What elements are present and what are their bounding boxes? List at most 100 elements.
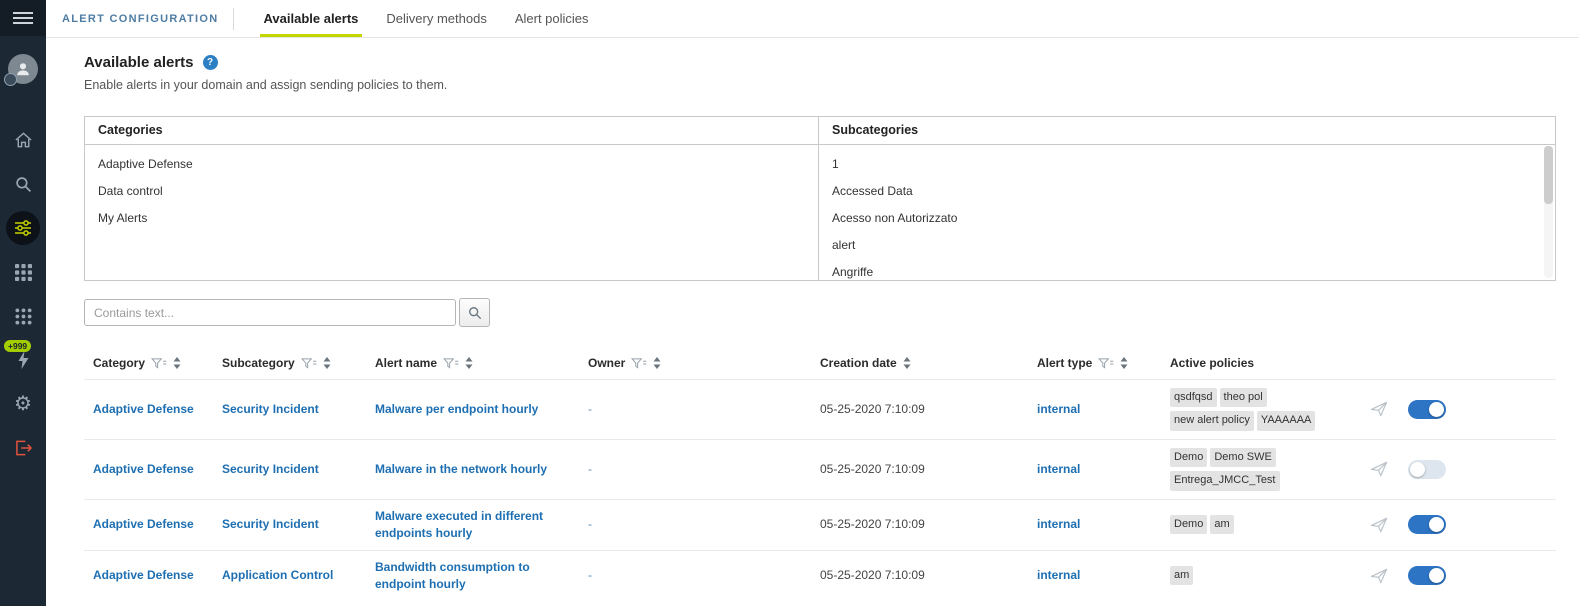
active-policies-cell: Demo Demo SWE Entrega_JMCC_Test bbox=[1161, 440, 1359, 499]
send-cell bbox=[1359, 461, 1399, 477]
policy-tag: new alert policy bbox=[1170, 411, 1254, 431]
alert-type-link[interactable]: internal bbox=[1028, 461, 1161, 478]
sort-icon[interactable] bbox=[1120, 357, 1128, 369]
main-area: ALERT CONFIGURATION Available alerts Deli… bbox=[46, 0, 1579, 606]
column-label: Subcategory bbox=[222, 356, 295, 370]
subcategory-link[interactable]: Security Incident bbox=[213, 461, 366, 478]
active-item-highlight bbox=[6, 211, 40, 245]
sort-icon[interactable] bbox=[903, 357, 911, 369]
search-button[interactable] bbox=[459, 298, 490, 327]
sidebar: +999 ⚙ bbox=[0, 0, 46, 606]
sliders-icon bbox=[15, 220, 31, 236]
enable-toggle[interactable] bbox=[1408, 566, 1446, 586]
app-window: +999 ⚙ ALERT CONFIGURATION Available ale… bbox=[0, 0, 1579, 606]
avatar[interactable] bbox=[4, 54, 38, 86]
hamburger-menu-button[interactable] bbox=[0, 0, 46, 36]
send-test-icon[interactable] bbox=[1370, 401, 1388, 417]
alert-type-link[interactable]: internal bbox=[1028, 516, 1161, 533]
alert-name-link[interactable]: Bandwidth consumption to endpoint hourly bbox=[366, 559, 579, 593]
logout-icon bbox=[15, 440, 32, 456]
sort-icon[interactable] bbox=[173, 357, 181, 369]
search-input[interactable] bbox=[84, 299, 456, 326]
category-item[interactable]: Adaptive Defense bbox=[85, 151, 818, 178]
toggle-cell bbox=[1399, 566, 1556, 586]
table-header-row: Category Subcategory Alert name Owner Creati… bbox=[84, 347, 1556, 379]
send-test-icon[interactable] bbox=[1370, 461, 1388, 477]
enable-toggle[interactable] bbox=[1408, 459, 1446, 479]
owner-cell: - bbox=[588, 568, 592, 583]
category-link[interactable]: Adaptive Defense bbox=[84, 567, 213, 584]
subcategory-link[interactable]: Application Control bbox=[213, 567, 366, 584]
sidebar-item-home[interactable] bbox=[0, 118, 46, 162]
filter-icon[interactable] bbox=[300, 357, 317, 369]
column-header-alert-name: Alert name bbox=[366, 356, 579, 370]
category-link[interactable]: Adaptive Defense bbox=[84, 461, 213, 478]
filter-icon[interactable] bbox=[631, 357, 647, 369]
active-policies-cell: Demo am bbox=[1161, 507, 1359, 542]
sidebar-item-alert-configuration[interactable] bbox=[0, 206, 46, 250]
enable-toggle[interactable] bbox=[1408, 515, 1446, 535]
subcategory-item[interactable]: alert bbox=[819, 232, 1555, 259]
send-cell bbox=[1359, 568, 1399, 584]
policy-tag: qsdfqsd bbox=[1170, 388, 1217, 408]
sidebar-item-search[interactable] bbox=[0, 162, 46, 206]
category-link[interactable]: Adaptive Defense bbox=[84, 401, 213, 418]
filter-icon[interactable] bbox=[1098, 357, 1114, 369]
subcategory-item[interactable]: Angriffe bbox=[819, 259, 1555, 280]
category-link[interactable]: Adaptive Defense bbox=[84, 516, 213, 533]
owner-cell: - bbox=[588, 517, 592, 532]
send-test-icon[interactable] bbox=[1370, 517, 1388, 533]
subcategories-list: 1 Accessed Data Acesso non Autorizzato aler… bbox=[819, 145, 1555, 280]
filter-icon[interactable] bbox=[443, 357, 459, 369]
logout-button[interactable] bbox=[0, 426, 46, 470]
owner-cell: - bbox=[588, 461, 592, 476]
sort-icon[interactable] bbox=[465, 357, 473, 369]
sidebar-item-settings[interactable]: ⚙ bbox=[0, 382, 46, 426]
send-test-icon[interactable] bbox=[1370, 568, 1388, 584]
subcategory-item[interactable]: 1 bbox=[819, 151, 1555, 178]
tab-available-alerts[interactable]: Available alerts bbox=[250, 0, 373, 37]
policy-tag: Demo bbox=[1170, 447, 1208, 468]
subcategories-scrollbar[interactable] bbox=[1544, 146, 1553, 278]
enable-toggle[interactable] bbox=[1408, 399, 1446, 419]
category-subcategory-panel: Categories Adaptive Defense Data control M… bbox=[84, 116, 1556, 281]
tab-alert-policies[interactable]: Alert policies bbox=[501, 0, 603, 37]
subcategory-item[interactable]: Accessed Data bbox=[819, 178, 1555, 205]
modules-grid-icon bbox=[14, 307, 32, 325]
filter-icon[interactable] bbox=[151, 357, 167, 369]
category-item[interactable]: Data control bbox=[85, 178, 818, 205]
table-body: Adaptive Defense Security Incident Malware… bbox=[84, 379, 1556, 601]
policy-tag: theo pol bbox=[1219, 388, 1267, 408]
subcategory-link[interactable]: Security Incident bbox=[213, 401, 366, 418]
categories-panel: Categories Adaptive Defense Data control M… bbox=[85, 117, 819, 280]
tab-delivery-methods[interactable]: Delivery methods bbox=[372, 0, 500, 37]
sidebar-item-notifications[interactable]: +999 bbox=[0, 338, 46, 382]
column-header-alert-type: Alert type bbox=[1028, 356, 1161, 370]
page-subtitle: Enable alerts in your domain and assign … bbox=[84, 78, 448, 92]
lightning-icon bbox=[18, 351, 28, 369]
sidebar-item-status[interactable] bbox=[0, 250, 46, 294]
scrollbar-thumb[interactable] bbox=[1544, 146, 1553, 204]
column-header-active-policies: Active policies bbox=[1161, 356, 1359, 370]
alert-name-link[interactable]: Malware executed in different endpoints … bbox=[366, 508, 579, 542]
subcategory-link[interactable]: Security Incident bbox=[213, 516, 366, 533]
search-icon bbox=[15, 176, 31, 192]
sort-icon[interactable] bbox=[653, 357, 661, 369]
table-row: Adaptive Defense Security Incident Malware… bbox=[84, 498, 1556, 550]
help-icon[interactable]: ? bbox=[202, 55, 218, 70]
toggle-cell bbox=[1399, 399, 1556, 419]
sidebar-item-modules[interactable] bbox=[0, 294, 46, 338]
toggle-knob bbox=[1429, 401, 1444, 417]
policy-tag: YAAAAAA bbox=[1256, 411, 1316, 431]
alerts-table: Category Subcategory Alert name Owner Creati… bbox=[84, 347, 1556, 601]
subcategories-header: Subcategories bbox=[819, 117, 1555, 145]
alert-name-link[interactable]: Malware in the network hourly bbox=[366, 461, 579, 478]
category-item[interactable]: My Alerts bbox=[85, 205, 818, 232]
sidebar-nav: +999 ⚙ bbox=[0, 118, 46, 470]
sort-icon[interactable] bbox=[323, 357, 331, 369]
policy-tag: am bbox=[1210, 514, 1234, 535]
alert-type-link[interactable]: internal bbox=[1028, 401, 1161, 418]
subcategory-item[interactable]: Acesso non Autorizzato bbox=[819, 205, 1555, 232]
alert-name-link[interactable]: Malware per endpoint hourly bbox=[366, 401, 579, 418]
alert-type-link[interactable]: internal bbox=[1028, 567, 1161, 584]
